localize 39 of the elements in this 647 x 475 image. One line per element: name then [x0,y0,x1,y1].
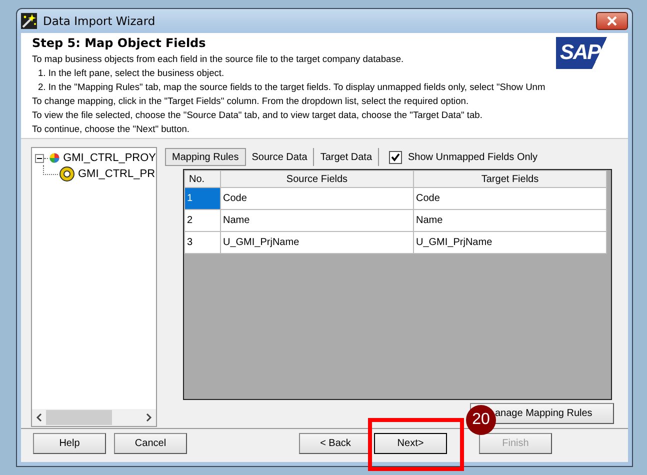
column-header: No. [184,170,220,188]
scroll-left-icon[interactable] [36,413,42,422]
instruction-text: 2. In the "Mapping Rules" tab, map the source fields to the target fields. To display unmapped fields only, select "Show Unm [37,81,546,94]
unmapped-checkbox[interactable]: Show Unmapped Fields Only [389,150,538,164]
instruction-text: 1. In the left pane, select the business object. [37,67,226,80]
step-title: Step 5: Map Object Fields [32,36,207,50]
row-number[interactable]: 2 [184,210,220,232]
instruction-text: To change mapping, click in the "Target Fields" column. From the dropdown list, select the required option. [32,95,470,108]
table-cell[interactable]: U_GMI_PrjName [414,232,606,254]
footer-button[interactable]: Cancel [114,433,187,454]
tree-item[interactable]: GMI_CTRL_PROY [63,152,156,164]
footer-button[interactable]: Help [33,433,106,454]
gear-icon [59,166,75,182]
check-icon [391,152,400,162]
wand-icon [21,13,37,29]
tab[interactable]: Target Data [314,148,380,166]
close-icon [607,16,617,26]
column-header: Source Fields [220,170,414,188]
window-title: Data Import Wizard [43,14,156,28]
footer-button[interactable]: Next> [374,433,447,454]
instruction-text: To map business objects from each field in the source file to the target company database. [32,53,405,66]
table-cell: Name [220,210,414,232]
row-number[interactable]: 3 [184,232,220,254]
instruction-text: To continue, choose the "Next" button. [32,123,191,136]
horizontal-scrollbar[interactable] [32,409,156,426]
table-cell: Code [220,188,414,210]
collapse-icon[interactable] [35,154,44,162]
table-cell[interactable]: Name [414,210,606,232]
instruction-text: To view the file selected, choose the "Source Data" tab, and to view target data, choose the "Target Data" tab. [32,109,484,122]
table-cell: U_GMI_PrjName [220,232,414,254]
tree-item[interactable]: GMI_CTRL_PR [78,168,156,180]
close-button[interactable] [596,12,628,30]
tab[interactable]: Mapping Rules [165,148,246,166]
globe-icon [49,150,60,166]
row-number[interactable]: 1 [184,188,220,210]
tab[interactable]: Source Data [246,148,314,166]
column-header: Target Fields [414,170,606,188]
scroll-right-icon[interactable] [146,413,152,422]
table-cell[interactable]: Code [414,188,606,210]
